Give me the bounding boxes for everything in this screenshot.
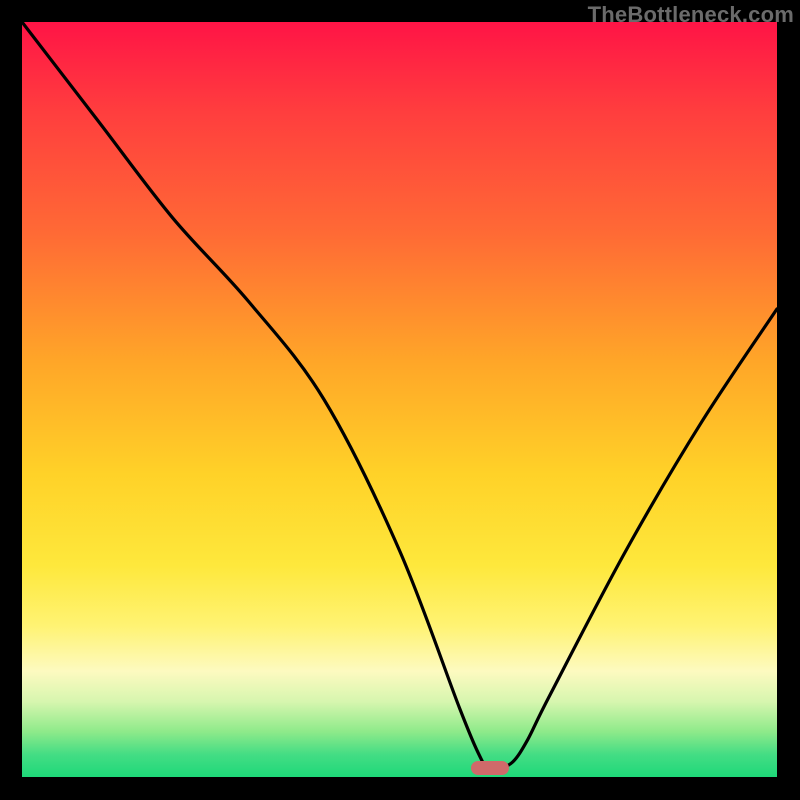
curve-path: [22, 22, 777, 770]
chart-container: TheBottleneck.com: [0, 0, 800, 800]
optimal-marker: [471, 761, 509, 775]
bottleneck-curve: [22, 22, 777, 777]
plot-area: [22, 22, 777, 777]
